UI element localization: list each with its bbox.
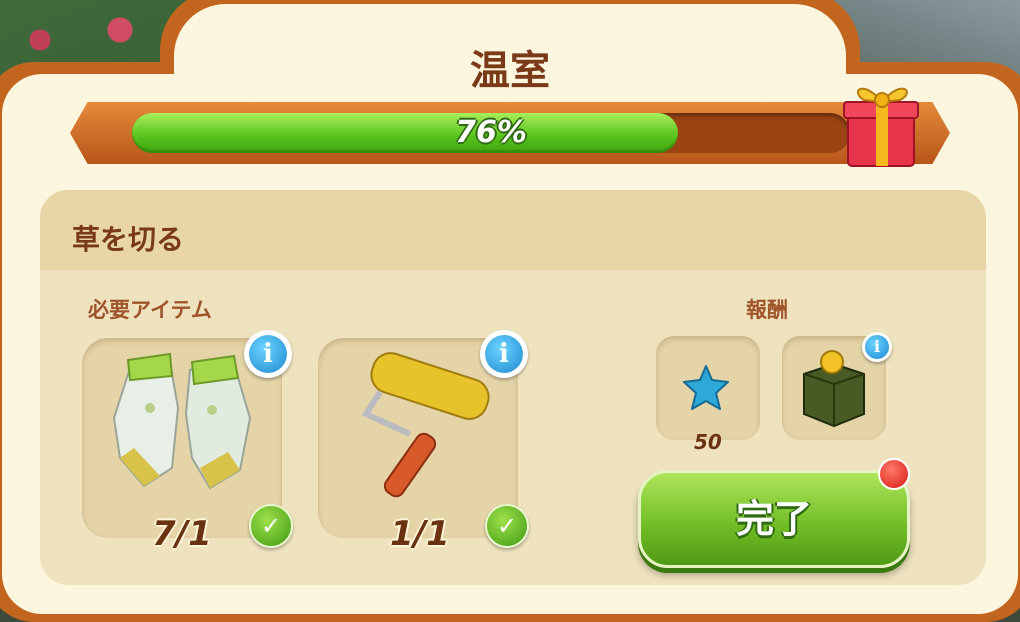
item-count-gloves: 7/1 <box>152 514 212 554</box>
greenhouse-panel: 温室 76% 草を切る 必要アイテム 報酬 i 7/1 ✓ i 1/1 ✓ 50… <box>0 0 1020 622</box>
info-icon: i <box>865 335 889 359</box>
blue-star-icon <box>683 365 729 410</box>
coin-box-icon <box>803 350 865 428</box>
garden-gloves-icon <box>112 352 252 490</box>
checkmark-icon: ✓ <box>485 504 529 548</box>
info-button-paint-roller[interactable]: i <box>480 330 528 378</box>
info-icon: i <box>249 335 287 373</box>
progress-label: 76% <box>455 115 527 150</box>
task-title: 草を切る <box>72 223 185 256</box>
rewards-label: 報酬 <box>746 298 788 322</box>
info-button-reward[interactable]: i <box>862 332 892 362</box>
checkmark-icon: ✓ <box>249 504 293 548</box>
complete-button-label: 完了 <box>735 497 812 541</box>
info-icon: i <box>485 335 523 373</box>
required-items-label: 必要アイテム <box>88 298 212 322</box>
complete-button[interactable]: 完了 <box>638 470 910 568</box>
gift-box-icon[interactable] <box>842 74 922 170</box>
info-button-gloves[interactable]: i <box>244 330 292 378</box>
paint-roller-icon <box>361 352 490 498</box>
notification-dot <box>878 458 910 490</box>
item-count-paint-roller: 1/1 <box>390 514 450 554</box>
reward-value-star: 50 <box>694 430 722 454</box>
